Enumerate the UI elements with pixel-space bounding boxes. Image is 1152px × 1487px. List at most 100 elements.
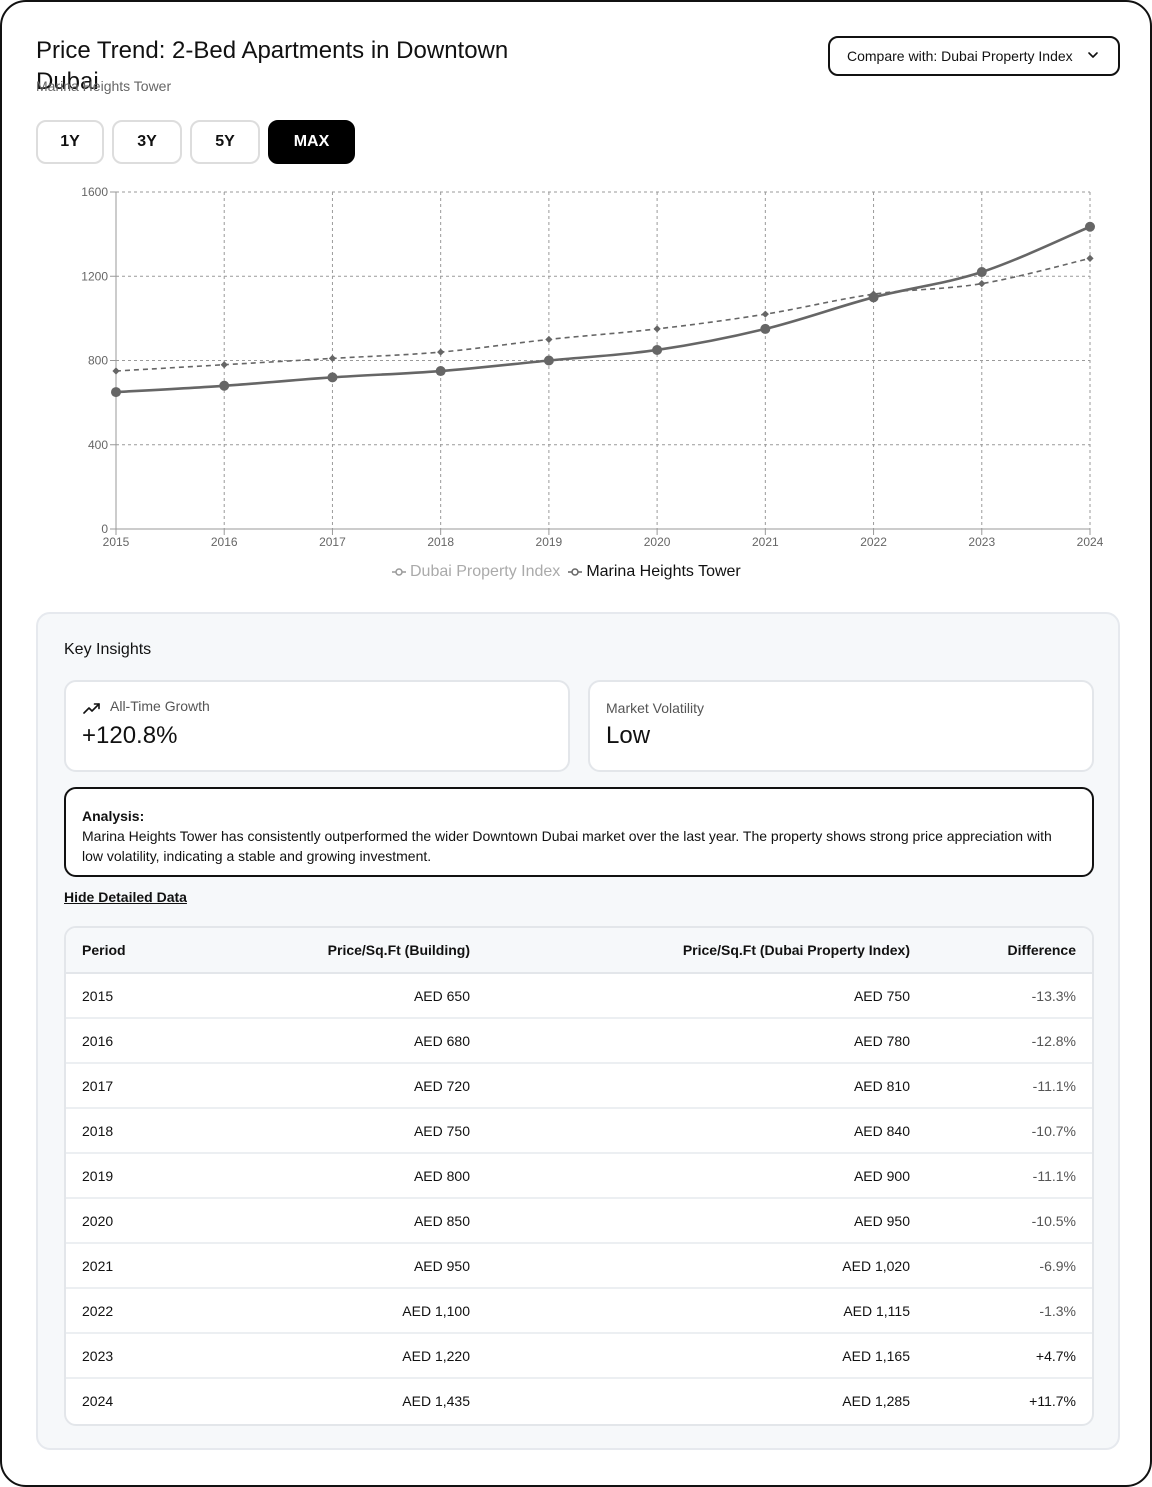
cell-period: 2018 [82, 1122, 114, 1139]
table-row: 2022 AED 1,100 AED 1,115 -1.3% [66, 1288, 1092, 1333]
cell-difference: -6.9% [1039, 1257, 1076, 1274]
data-point-index [220, 361, 228, 369]
cell-period: 2016 [82, 1032, 114, 1049]
table-row: 2016 AED 680 AED 780 -12.8% [66, 1018, 1092, 1063]
x-tick-label: 2023 [968, 535, 995, 549]
x-tick-label: 2021 [752, 535, 779, 549]
table-row: 2019 AED 800 AED 900 -11.1% [66, 1153, 1092, 1198]
table-row: 2018 AED 750 AED 840 -10.7% [66, 1108, 1092, 1153]
y-tick-label: 800 [88, 354, 108, 368]
x-tick-label: 2016 [211, 535, 238, 549]
legend-label-index: Dubai Property Index [410, 563, 561, 580]
cell-difference: -1.3% [1039, 1302, 1076, 1319]
x-tick-label: 2022 [860, 535, 887, 549]
table-row: 2021 AED 950 AED 1,020 -6.9% [66, 1243, 1092, 1288]
data-point-building [760, 323, 771, 334]
cell-index-price: AED 1,285 [842, 1393, 910, 1409]
cell-period: 2024 [82, 1393, 114, 1409]
cell-period: 2023 [82, 1347, 114, 1364]
cell-building-price: AED 650 [413, 987, 470, 1004]
cell-building-price: AED 1,100 [402, 1302, 470, 1319]
detailed-data-table: Period Price/Sq.Ft (Building) Price/Sq.F… [64, 926, 1094, 1426]
legend-item-building[interactable]: Marina Heights Tower [568, 563, 741, 581]
range-button-5y[interactable]: 5Y [190, 120, 260, 164]
data-point-index [437, 348, 445, 356]
volatility-value: Low [606, 722, 651, 749]
data-point-index [545, 335, 553, 344]
x-tick-label: 2024 [1077, 535, 1104, 549]
data-point-building [111, 387, 121, 398]
y-tick-label: 0 [101, 522, 108, 536]
series-line-building [115, 225, 1091, 394]
compare-dropdown[interactable]: Compare with: Dubai Property Index [828, 36, 1120, 76]
cell-index-price: AED 900 [853, 1167, 910, 1184]
cell-building-price: AED 680 [413, 1032, 470, 1049]
data-point-building [435, 366, 446, 377]
key-insights-panel: Key Insights All-Time Growth +120.8% Mar… [36, 612, 1120, 1450]
cell-building-price: AED 720 [413, 1077, 470, 1094]
hide-detailed-data-link[interactable]: Hide Detailed Data [64, 889, 187, 905]
legend-marker-building [568, 568, 583, 576]
y-tick-label: 1600 [81, 185, 108, 199]
legend-label-building: Marina Heights Tower [586, 563, 741, 580]
growth-value: +120.8% [82, 722, 178, 749]
data-point-building [652, 344, 663, 355]
cell-building-price: AED 1,220 [402, 1347, 470, 1364]
cell-difference: -11.1% [1032, 1167, 1076, 1184]
column-header-index: Price/Sq.Ft (Dubai Property Index) [486, 928, 926, 974]
range-button-max[interactable]: MAX [268, 120, 355, 164]
volatility-label: Market Volatility [606, 700, 705, 716]
chart-legend: Dubai Property Index Marina Heights Towe… [392, 563, 749, 581]
cell-difference: -10.7% [1031, 1122, 1076, 1139]
legend-item-index[interactable]: Dubai Property Index [392, 563, 560, 581]
growth-label: All-Time Growth [110, 698, 210, 714]
y-tick-label: 1200 [81, 269, 108, 283]
data-point-index [112, 367, 120, 375]
growth-card: All-Time Growth +120.8% [64, 680, 570, 772]
table-row: 2017 AED 720 AED 810 -11.1% [66, 1063, 1092, 1108]
cell-building-price: AED 750 [413, 1122, 470, 1139]
table-header-row: Period Price/Sq.Ft (Building) Price/Sq.F… [66, 928, 1092, 974]
analysis-box: Analysis: Marina Heights Tower has consi… [64, 787, 1094, 877]
insights-title: Key Insights [64, 641, 152, 658]
cell-index-price: AED 780 [853, 1032, 910, 1049]
data-point-index [978, 280, 986, 288]
cell-building-price: AED 950 [413, 1257, 470, 1274]
cell-difference: -12.8% [1031, 1032, 1076, 1049]
trending-up-icon [83, 703, 100, 714]
x-tick-label: 2015 [103, 535, 130, 549]
cell-index-price: AED 810 [853, 1077, 910, 1094]
table-row: 2024 AED 1,435 AED 1,285 +11.7% [66, 1378, 1092, 1423]
data-point-index [761, 310, 769, 318]
data-point-index [1086, 254, 1094, 262]
cell-difference: -13.3% [1031, 987, 1076, 1004]
cell-index-price: AED 1,115 [843, 1302, 910, 1319]
cell-building-price: AED 800 [413, 1167, 470, 1184]
cell-period: 2020 [82, 1212, 114, 1229]
cell-index-price: AED 750 [853, 987, 910, 1004]
cell-difference: -11.1% [1032, 1077, 1076, 1094]
data-point-building [1085, 221, 1095, 232]
cell-index-price: AED 840 [853, 1122, 910, 1139]
range-button-3y[interactable]: 3Y [112, 120, 182, 164]
data-point-index [653, 325, 661, 333]
cell-index-price: AED 1,020 [842, 1257, 910, 1274]
table-row: 2015 AED 650 AED 750 -13.3% [66, 973, 1092, 1018]
cell-period: 2019 [82, 1167, 114, 1184]
data-point-building [543, 355, 554, 366]
analysis-text: Marina Heights Tower has consistently ou… [82, 828, 1052, 864]
cell-period: 2017 [82, 1077, 114, 1094]
cell-building-price: AED 850 [413, 1212, 470, 1229]
cell-difference: -10.5% [1031, 1212, 1076, 1229]
y-tick-label: 400 [88, 438, 108, 452]
price-trend-chart: 0 400 800 1200 1600 2015 2016 2017 2018 2019 2020 2… [81, 185, 1104, 549]
cell-period: 2021 [82, 1257, 114, 1274]
cell-difference: +4.7% [1035, 1347, 1076, 1364]
column-header-building: Price/Sq.Ft (Building) [206, 928, 486, 974]
x-tick-label: 2018 [427, 535, 454, 549]
x-tick-label: 2020 [644, 535, 671, 549]
page-frame: Price Trend: 2-Bed Apartments in Downtow… [0, 0, 1152, 1487]
analysis-heading: Analysis: [82, 808, 145, 824]
range-button-1y[interactable]: 1Y [36, 120, 104, 164]
data-point-building [219, 380, 230, 391]
